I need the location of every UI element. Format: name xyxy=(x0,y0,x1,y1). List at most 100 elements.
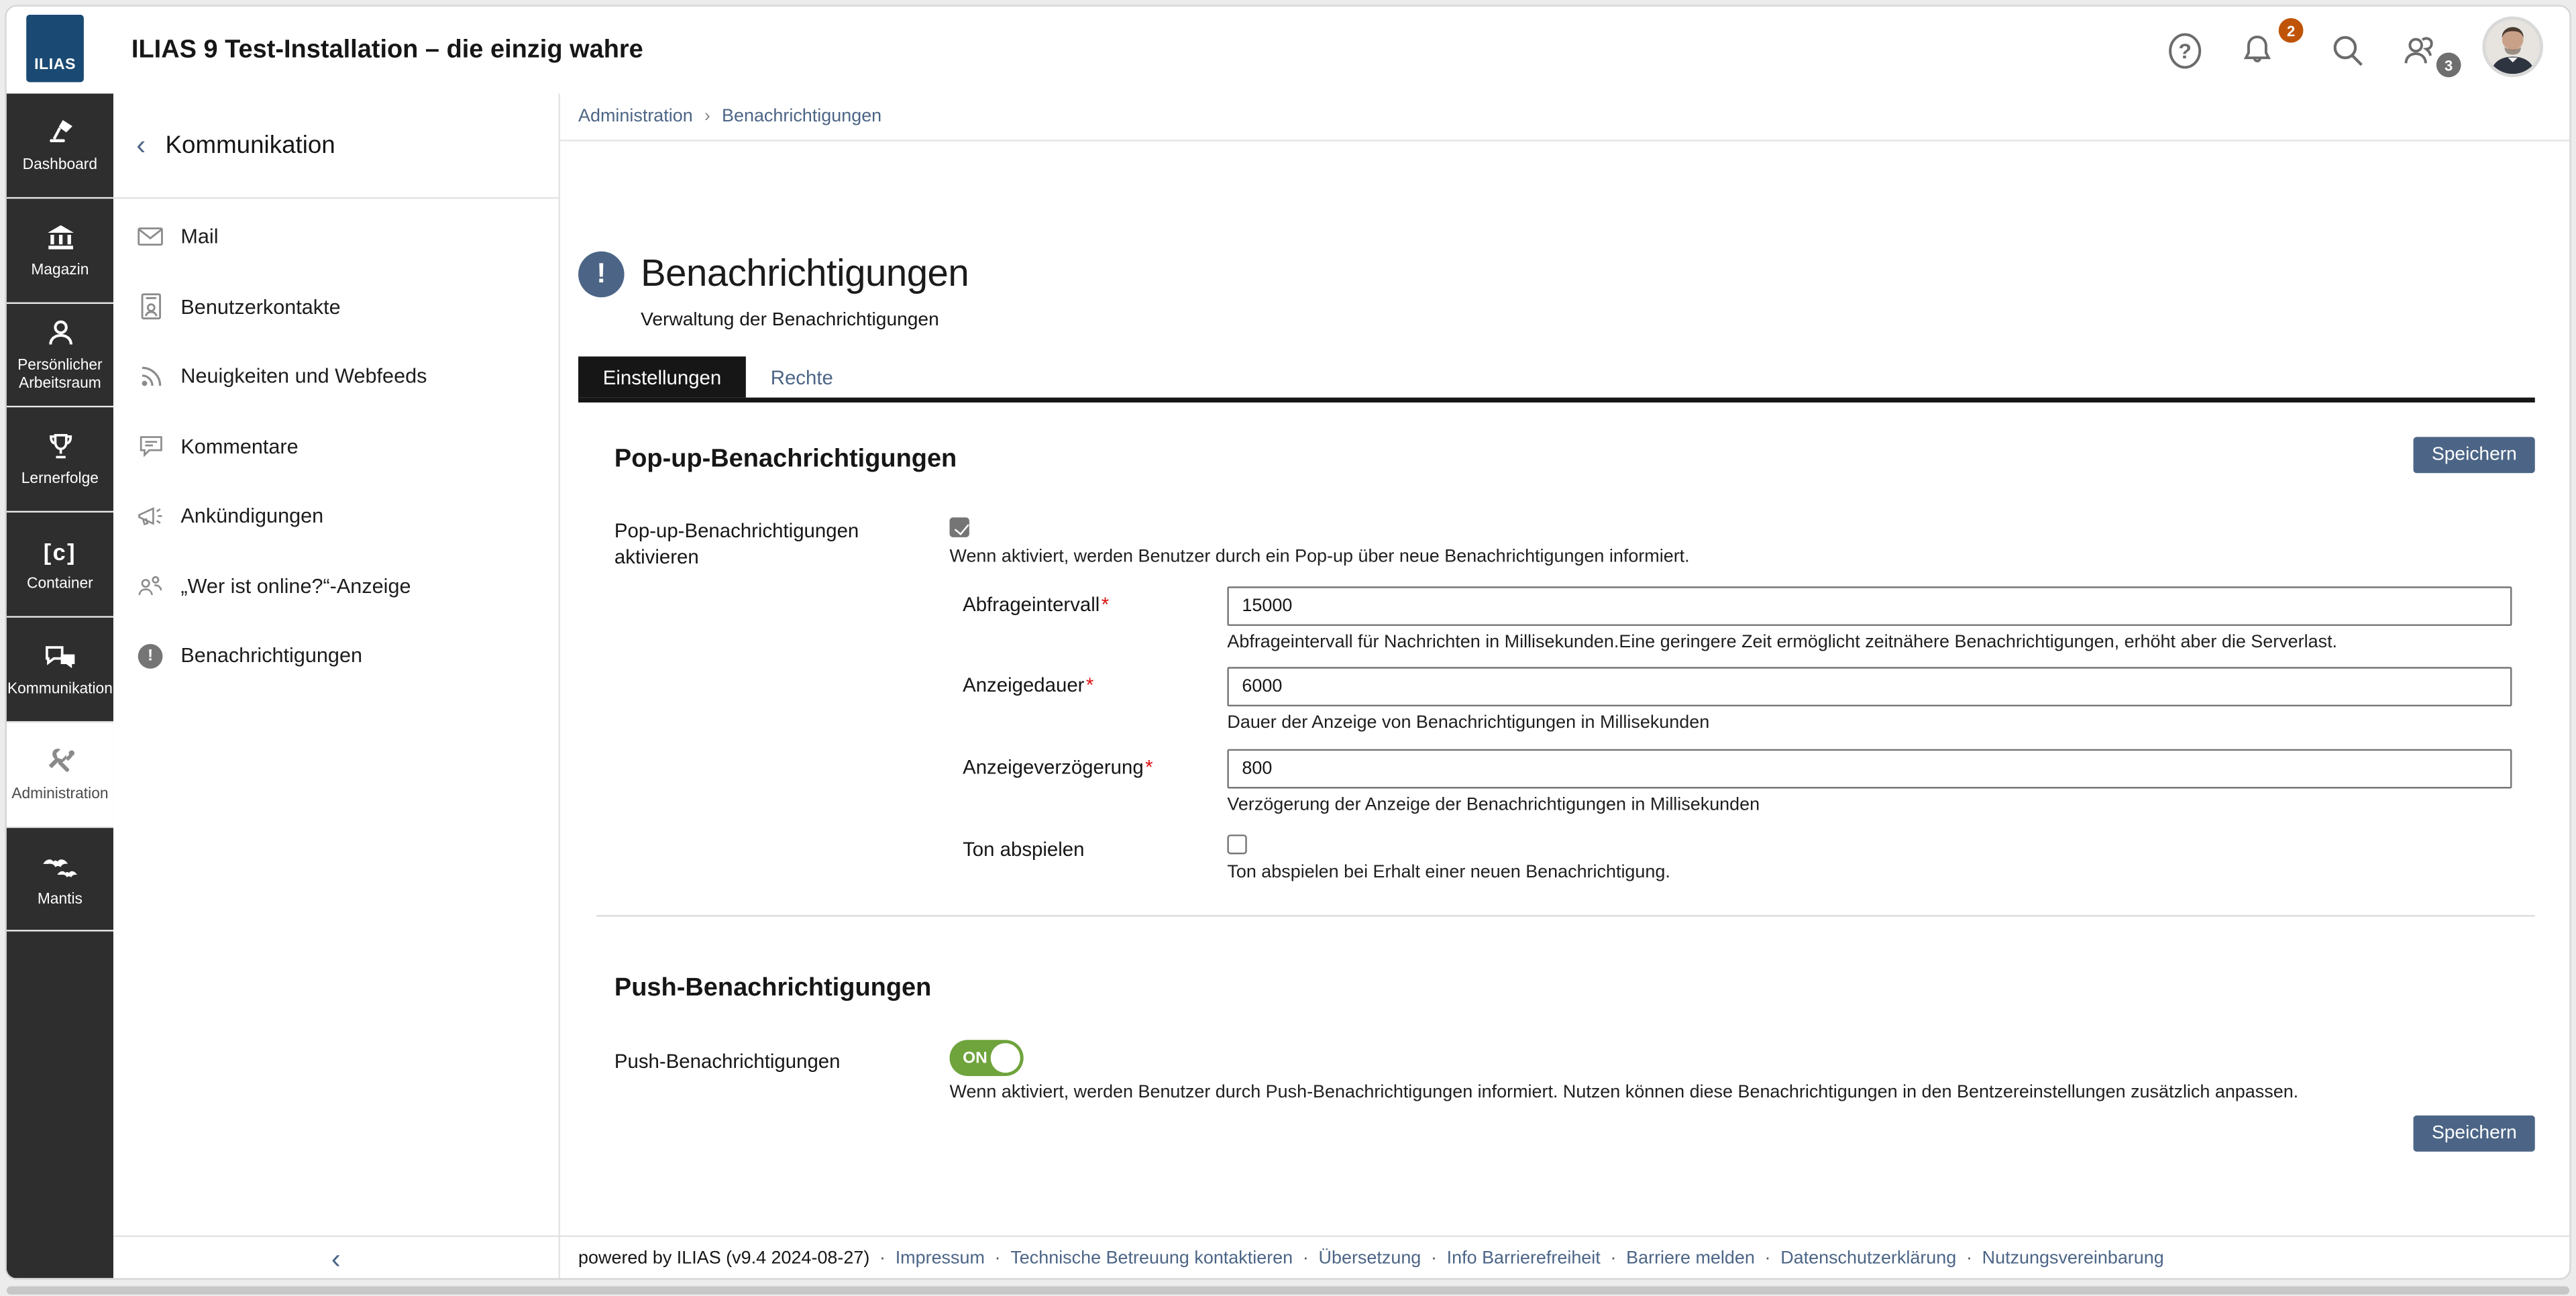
menu-item-label: Kommentare xyxy=(180,435,298,457)
toggle-on-label: ON xyxy=(963,1040,987,1076)
panel-menu: Mail Benutzerkontakte xyxy=(113,202,559,691)
desk-lamp-icon xyxy=(44,117,76,150)
footer-link-barriere-melden[interactable]: Barriere melden xyxy=(1626,1248,1755,1268)
abfrageintervall-help: Abfrageintervall für Nachrichten in Mill… xyxy=(1227,633,2337,652)
enable-popup-help: Wenn aktiviert, werden Benutzer durch ei… xyxy=(950,547,1690,567)
breadcrumb-benachrichtigungen[interactable]: Benachrichtigungen xyxy=(722,107,881,126)
footer-separator: · xyxy=(995,1248,1001,1268)
footer-link-uebersetzung[interactable]: Übersetzung xyxy=(1319,1248,1421,1268)
installation-title: ILIAS 9 Test-Installation – die einzig w… xyxy=(131,7,643,94)
online-count-badge: 3 xyxy=(2436,52,2461,77)
speech-bubbles-icon xyxy=(42,641,78,673)
menu-item-label: Ankündigungen xyxy=(180,504,323,527)
sidebar-item-persoenlicher-arbeitsraum[interactable]: Persönlicher Arbeitsraum xyxy=(7,303,113,408)
popup-section-title: Pop-up-Benachrichtigungen xyxy=(614,445,957,475)
sidebar-item-magazin[interactable]: Magazin xyxy=(7,199,113,303)
sidebar-item-dashboard[interactable]: Dashboard xyxy=(7,94,113,199)
save-button-bottom[interactable]: Speichern xyxy=(2414,1116,2535,1152)
sidebar-item-label: Dashboard xyxy=(23,156,97,174)
sidebar-item-label: Mantis xyxy=(38,889,83,907)
footer-link-technische-betreuung[interactable]: Technische Betreuung kontaktieren xyxy=(1010,1248,1293,1268)
user-avatar[interactable] xyxy=(2482,16,2543,77)
footer-link-nutzungsvereinbarung[interactable]: Nutzungsvereinbarung xyxy=(1982,1248,2164,1268)
logo-text: ILIAS xyxy=(34,56,76,74)
tab-rechte[interactable]: Rechte xyxy=(746,356,858,397)
menu-item-wer-ist-online[interactable]: „Wer ist online?“-Anzeige xyxy=(113,551,559,621)
menu-item-ankuendigungen[interactable]: Ankündigungen xyxy=(113,482,559,551)
sidebar-item-label: Magazin xyxy=(31,261,89,278)
save-button-top[interactable]: Speichern xyxy=(2414,437,2535,473)
menu-item-benachrichtigungen[interactable]: ! Benachrichtigungen xyxy=(113,621,559,691)
enable-popup-checkbox[interactable] xyxy=(950,517,969,537)
horizontal-scrollbar[interactable] xyxy=(7,1287,2569,1295)
footer-separator: · xyxy=(1765,1248,1771,1268)
notifications-bell-icon[interactable] xyxy=(2238,32,2277,71)
two-persons-icon xyxy=(136,572,164,600)
required-mark: * xyxy=(1145,756,1152,779)
toggle-knob xyxy=(991,1043,1020,1073)
footer-link-impressum[interactable]: Impressum xyxy=(896,1248,985,1268)
footer-separator: · xyxy=(1610,1248,1616,1268)
rss-icon xyxy=(136,363,164,391)
required-mark: * xyxy=(1086,673,1093,696)
container-icon: [c] xyxy=(44,536,76,569)
kommunikation-panel: ‹ Kommunikation Mail xyxy=(113,94,560,1279)
footer-link-info-barrierefreiheit[interactable]: Info Barrierefreiheit xyxy=(1447,1248,1601,1268)
sidebar-item-mantis[interactable]: Mantis xyxy=(7,827,113,932)
app-window: ILIAS ILIAS 9 Test-Installation – die ei… xyxy=(5,5,2571,1279)
anzeigedauer-help: Dauer der Anzeige von Benachrichtigungen… xyxy=(1227,713,1709,733)
anzeigeverzoegerung-help: Verzögerung der Anzeige der Benachrichti… xyxy=(1227,795,1760,814)
enable-popup-label: Pop-up-Benachrichtigungen aktivieren xyxy=(614,517,894,570)
back-chevron-icon[interactable]: ‹ xyxy=(136,131,146,160)
svg-text:?: ? xyxy=(2178,39,2191,63)
sidebar-item-lernerfolge[interactable]: Lernerfolge xyxy=(7,408,113,512)
notification-exclamation-icon: ! xyxy=(136,642,164,670)
menu-item-label: „Wer ist online?“-Anzeige xyxy=(180,575,411,598)
footer-link-datenschutzerklaerung[interactable]: Datenschutzerklärung xyxy=(1780,1248,1956,1268)
footer-separator: · xyxy=(1431,1248,1437,1268)
menu-item-benutzerkontakte[interactable]: Benutzerkontakte xyxy=(113,272,559,341)
powered-by-text: powered by ILIAS (v9.4 2024-08-27) xyxy=(578,1248,869,1268)
menu-item-label: Benachrichtigungen xyxy=(180,645,362,667)
mail-icon xyxy=(136,223,164,251)
collapse-panel-chevron[interactable]: ‹ xyxy=(113,1242,559,1278)
sidebar-item-label: Lernerfolge xyxy=(21,470,99,488)
abfrageintervall-label: Abfrageintervall* xyxy=(963,592,1109,618)
push-section-title: Push-Benachrichtigungen xyxy=(614,974,931,1004)
tab-einstellungen[interactable]: Einstellungen xyxy=(578,356,746,397)
anzeigedauer-label: Anzeigedauer* xyxy=(963,672,1093,699)
tab-bar: Einstellungen Rechte xyxy=(578,356,2535,402)
main-sidebar: Dashboard Magazin Persönlicher Arbeitsra… xyxy=(7,94,113,1279)
comment-icon xyxy=(136,433,164,461)
ilias-logo[interactable]: ILIAS xyxy=(26,15,84,82)
tools-icon xyxy=(42,745,78,778)
menu-item-kommentare[interactable]: Kommentare xyxy=(113,411,559,481)
anzeigeverzoegerung-input[interactable] xyxy=(1227,749,2512,789)
panel-title: Kommunikation xyxy=(166,131,335,160)
breadcrumb: Administration › Benachrichtigungen xyxy=(560,94,2569,142)
menu-item-label: Benutzerkontakte xyxy=(180,295,340,318)
menu-item-neuigkeiten-webfeeds[interactable]: Neuigkeiten und Webfeeds xyxy=(113,341,559,411)
push-toggle-label: Push-Benachrichtigungen xyxy=(614,1048,910,1075)
menu-item-label: Neuigkeiten und Webfeeds xyxy=(180,365,427,388)
top-bar: ILIAS ILIAS 9 Test-Installation – die ei… xyxy=(7,7,2569,95)
sidebar-item-administration[interactable]: Administration xyxy=(7,722,113,827)
breadcrumb-administration[interactable]: Administration xyxy=(578,107,693,126)
push-help: Wenn aktiviert, werden Benutzer durch Pu… xyxy=(950,1083,2520,1102)
person-icon xyxy=(44,317,76,350)
panel-header: ‹ Kommunikation xyxy=(113,94,559,199)
ton-abspielen-checkbox[interactable] xyxy=(1227,834,1246,854)
search-icon[interactable] xyxy=(2328,32,2367,71)
help-icon[interactable]: ? xyxy=(2165,32,2205,71)
menu-item-mail[interactable]: Mail xyxy=(113,202,559,272)
anzeigedauer-input[interactable] xyxy=(1227,667,2512,706)
sidebar-item-container[interactable]: [c] Container xyxy=(7,513,113,618)
footer-divider xyxy=(113,1236,2569,1237)
sidebar-item-kommunikation[interactable]: Kommunikation xyxy=(7,618,113,722)
who-is-online-icon[interactable] xyxy=(2399,32,2438,71)
page-title: Benachrichtigungen xyxy=(641,252,969,296)
abfrageintervall-input[interactable] xyxy=(1227,586,2512,626)
push-toggle[interactable]: ON xyxy=(950,1040,1024,1076)
bats-icon xyxy=(40,851,80,883)
megaphone-icon xyxy=(136,502,164,531)
